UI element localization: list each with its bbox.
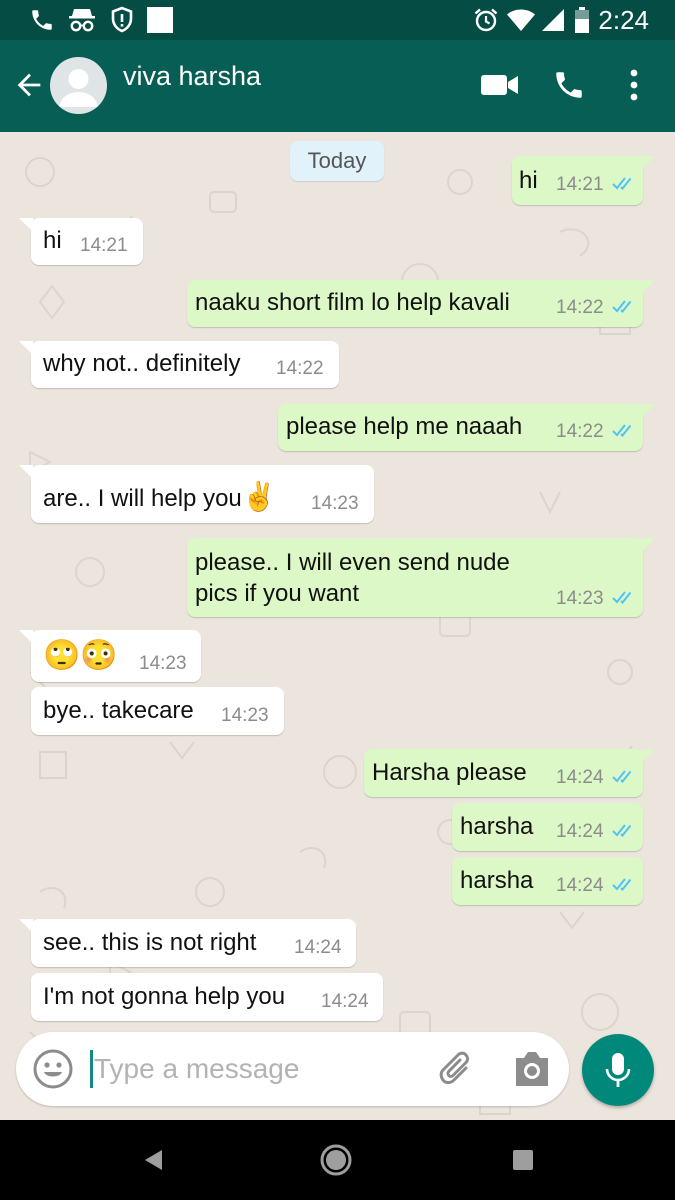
message-incoming[interactable]: bye.. takecare 14:23	[31, 687, 284, 735]
message-time: 14:24	[321, 991, 369, 1012]
message-time: 14:21	[556, 174, 604, 195]
navigation-bar	[0, 1120, 675, 1200]
message-text: I'm not gonna help you	[43, 983, 286, 1010]
message-incoming[interactable]: hi 14:21	[19, 218, 143, 265]
back-arrow-icon[interactable]	[12, 68, 46, 102]
square-notification-icon	[146, 6, 174, 34]
read-ticks-icon	[612, 591, 632, 604]
message-incoming[interactable]: 🙄😳 14:23	[19, 630, 201, 682]
message-outgoing[interactable]: please.. I will even send nude pics if y…	[187, 538, 655, 617]
wifi-icon	[506, 6, 536, 34]
battery-icon	[574, 6, 590, 34]
message-outgoing[interactable]: naaku short film lo help kavali 14:22	[187, 280, 655, 327]
message-time: 14:24	[556, 767, 604, 788]
message-text: why not.. definitely	[43, 350, 241, 377]
shield-alert-icon	[108, 6, 136, 34]
recents-square-icon[interactable]	[510, 1142, 536, 1178]
message-time: 14:24	[294, 937, 342, 958]
read-ticks-icon	[612, 770, 632, 783]
chat-header: viva harsha	[0, 40, 675, 132]
message-outgoing[interactable]: harsha 14:24	[452, 803, 643, 851]
message-text: bye.. takecare	[43, 697, 194, 724]
status-time: 2:24	[598, 5, 649, 35]
read-ticks-icon	[612, 300, 632, 313]
message-text: hi	[519, 167, 538, 194]
message-text: hi	[43, 227, 62, 254]
attach-icon[interactable]	[436, 1048, 478, 1090]
message-incoming[interactable]: see.. this is not right 14:24	[19, 919, 356, 967]
message-text: harsha	[460, 813, 534, 840]
message-outgoing[interactable]: Harsha please 14:24	[364, 749, 655, 797]
message-time: 14:22	[556, 421, 604, 442]
message-time: 14:23	[311, 493, 359, 514]
message-text-line1: please.. I will even send nude	[195, 549, 510, 576]
emoji-icon[interactable]	[32, 1048, 74, 1090]
message-time: 14:24	[556, 821, 604, 842]
message-time: 14:22	[276, 358, 324, 379]
message-time: 14:21	[80, 235, 128, 256]
video-call-icon[interactable]	[480, 66, 520, 104]
message-time: 14:22	[556, 297, 604, 318]
message-input[interactable]	[94, 1048, 424, 1090]
message-composer	[16, 1032, 569, 1106]
phone-icon	[28, 6, 56, 34]
voice-call-icon[interactable]	[550, 66, 588, 104]
chat-area[interactable]: Today hi 14:21 hi 14:21 naaku short film…	[0, 132, 675, 1120]
avatar-placeholder-icon[interactable]	[50, 57, 107, 114]
status-bar: 2:24	[0, 0, 675, 40]
mic-icon[interactable]	[582, 1034, 654, 1106]
message-text: are.. I will help you✌️	[43, 481, 277, 513]
eye-roll-flushed-emoji: 🙄😳	[43, 639, 118, 672]
message-time: 14:23	[139, 653, 187, 674]
read-ticks-icon	[612, 424, 632, 437]
message-outgoing[interactable]: harsha 14:24	[452, 857, 643, 905]
message-outgoing[interactable]: please help me naaah 14:22	[278, 404, 655, 451]
message-time: 14:24	[556, 875, 604, 896]
message-incoming[interactable]: why not.. definitely 14:22	[19, 341, 339, 388]
message-text: harsha	[460, 867, 534, 894]
back-triangle-icon[interactable]	[138, 1142, 168, 1178]
message-time: 14:23	[221, 705, 269, 726]
contact-name[interactable]: viva harsha	[123, 60, 261, 92]
message-time: 14:23	[556, 588, 604, 609]
read-ticks-icon	[612, 177, 632, 190]
date-chip: Today	[290, 141, 384, 181]
read-ticks-icon	[612, 878, 632, 891]
message-text: see.. this is not right	[43, 929, 257, 956]
alarm-icon	[472, 6, 500, 34]
victory-hand-emoji: ✌️	[241, 481, 277, 512]
message-outgoing[interactable]: hi 14:21	[512, 156, 655, 205]
message-incoming[interactable]: are.. I will help you✌️ 14:23	[19, 465, 374, 523]
message-text: please help me naaah	[286, 413, 523, 440]
message-text: Harsha please	[372, 759, 527, 786]
home-circle-icon[interactable]	[318, 1142, 354, 1178]
text-cursor	[90, 1050, 93, 1088]
message-text: naaku short film lo help kavali	[195, 289, 510, 316]
incognito-icon	[66, 6, 98, 34]
camera-icon[interactable]	[512, 1050, 552, 1088]
cell-signal-icon	[540, 6, 566, 34]
message-text-line2: pics if you want	[195, 580, 360, 607]
more-vert-icon[interactable]	[622, 66, 646, 104]
read-ticks-icon	[612, 824, 632, 837]
message-incoming[interactable]: I'm not gonna help you 14:24	[31, 973, 383, 1021]
